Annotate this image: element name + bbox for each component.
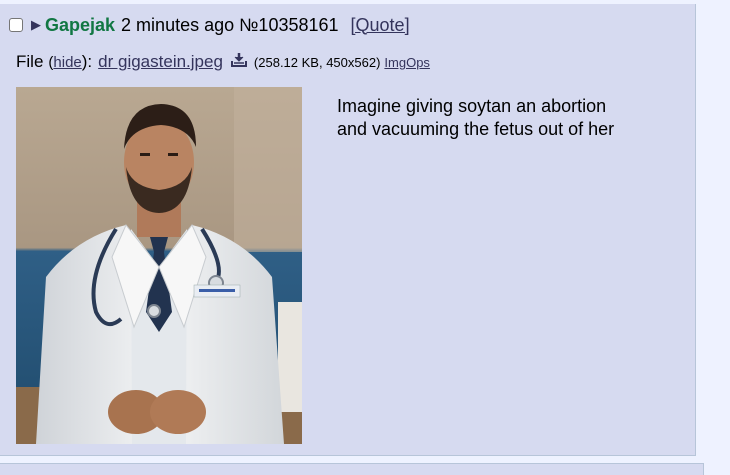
file-name-link[interactable]: dr gigastein.jpeg <box>98 52 223 72</box>
message-line: Imagine giving soytan an abortion <box>337 96 607 116</box>
post-select-checkbox[interactable] <box>9 18 23 32</box>
download-icon[interactable] <box>230 52 248 68</box>
file-meta: (258.12 KB, 450x562) <box>253 55 381 70</box>
file-label: File <box>16 52 44 71</box>
imgops-link[interactable]: ImgOps <box>384 55 430 70</box>
file-info: File ( hide ): dr gigastein.jpeg (258.12… <box>16 51 430 72</box>
quote-link[interactable]: [Quote] <box>351 15 410 36</box>
post-image-thumbnail[interactable] <box>16 87 302 444</box>
post-message: Imagine giving soytan an abortion and va… <box>337 95 667 141</box>
poster-name: Gapejak <box>45 14 116 35</box>
next-reply-post <box>0 463 704 475</box>
message-line: and vacuuming the fetus out of her <box>337 119 615 139</box>
post-info: ▶ Gapejak 2 minutes ago №10358161 [Quote… <box>8 13 410 37</box>
post-menu-arrow-icon[interactable]: ▶ <box>31 17 41 33</box>
post-date: 2 minutes ago <box>121 14 235 35</box>
hide-close-paren: ): <box>81 52 93 71</box>
reply-post: ▶ Gapejak 2 minutes ago №10358161 [Quote… <box>0 4 696 456</box>
post-number[interactable]: №10358161 <box>239 15 338 36</box>
hide-image-link[interactable]: hide <box>53 54 81 71</box>
